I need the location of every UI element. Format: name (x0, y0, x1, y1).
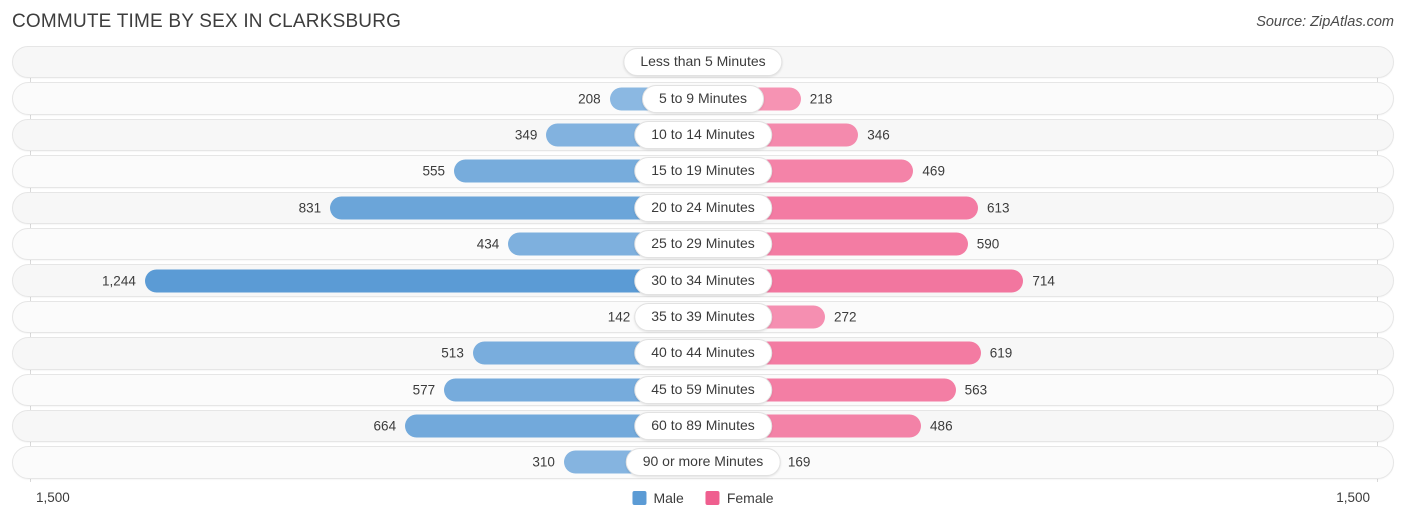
axis-label-left: 1,500 (36, 490, 70, 505)
value-label-male: 513 (441, 345, 464, 361)
value-label-female: 613 (987, 200, 1010, 216)
table-row: 1,244 714 30 to 34 Minutes (0, 262, 1406, 298)
category-label: 40 to 44 Minutes (634, 339, 772, 368)
chart-legend: Male Female (632, 490, 774, 506)
chart-container: COMMUTE TIME BY SEX IN CLARKSBURG Source… (0, 0, 1406, 523)
value-label-male: 208 (578, 91, 601, 107)
value-label-female: 714 (1032, 273, 1055, 289)
table-row: 208 218 5 to 9 Minutes (0, 80, 1406, 116)
legend-swatch-icon (632, 491, 647, 505)
source-attribution: Source: ZipAtlas.com (1256, 14, 1394, 30)
bar-male[interactable] (144, 269, 703, 293)
category-label: 30 to 34 Minutes (634, 266, 772, 295)
legend-item-female[interactable]: Female (705, 490, 774, 506)
table-row: 434 590 25 to 29 Minutes (0, 226, 1406, 262)
category-label: 25 to 29 Minutes (634, 230, 772, 259)
plot-area: 3540Less than 5 Minutes 208 218 5 to 9 Minu… (0, 44, 1406, 484)
category-label: 20 to 24 Minutes (634, 193, 772, 222)
page-title: COMMUTE TIME BY SEX IN CLARKSBURG (12, 11, 402, 32)
category-label: Less than 5 Minutes (623, 48, 783, 77)
value-label-female: 469 (922, 163, 945, 179)
value-label-male: 831 (298, 200, 322, 216)
legend-label: Male (653, 490, 684, 506)
value-label-female: 169 (787, 454, 811, 470)
legend-item-male[interactable]: Male (632, 490, 684, 506)
table-row: 513 619 40 to 44 Minutes (0, 335, 1406, 371)
table-row: 577 563 45 to 59 Minutes (0, 372, 1406, 408)
value-label-female: 272 (834, 309, 857, 325)
chart-header: COMMUTE TIME BY SEX IN CLARKSBURG Source… (0, 0, 1406, 44)
table-row: 664 486 60 to 89 Minutes (0, 408, 1406, 444)
table-row: 349 346 10 to 14 Minutes (0, 117, 1406, 153)
axis-label-right: 1,500 (1336, 490, 1370, 505)
value-label-male: 555 (422, 163, 445, 179)
value-label-male: 142 (607, 309, 631, 325)
table-row: 831 613 20 to 24 Minutes (0, 190, 1406, 226)
table-row: 555 469 15 to 19 Minutes (0, 153, 1406, 189)
legend-swatch-icon (705, 491, 720, 505)
value-label-female: 218 (809, 91, 833, 107)
value-label-male: 349 (514, 127, 538, 143)
legend-label: Female (726, 490, 774, 506)
value-label-female: 619 (989, 345, 1013, 361)
category-label: 60 to 89 Minutes (634, 412, 772, 441)
category-label: 45 to 59 Minutes (634, 375, 772, 404)
value-label-male: 577 (412, 382, 436, 398)
value-label-female: 346 (867, 127, 890, 143)
value-label-male: 434 (476, 236, 500, 252)
value-label-male: 664 (373, 418, 397, 434)
value-label-male: 310 (532, 454, 555, 470)
table-row: 3540Less than 5 Minutes (0, 44, 1406, 80)
value-label-male: 1,244 (102, 273, 136, 289)
value-label-female: 563 (964, 382, 988, 398)
table-row: 310 169 90 or more Minutes (0, 444, 1406, 480)
table-row: 142 272 35 to 39 Minutes (0, 299, 1406, 335)
value-label-female: 590 (976, 236, 1000, 252)
category-label: 35 to 39 Minutes (634, 302, 772, 331)
bar-rows: 3540Less than 5 Minutes 208 218 5 to 9 Minu… (0, 44, 1406, 481)
category-label: 15 to 19 Minutes (634, 157, 772, 186)
value-label-female: 486 (930, 418, 953, 434)
category-label: 10 to 14 Minutes (634, 120, 772, 149)
category-label: 5 to 9 Minutes (642, 84, 764, 113)
chart-footer: 1,500 Male Female 1,500 (0, 484, 1406, 523)
category-label: 90 or more Minutes (625, 448, 781, 477)
